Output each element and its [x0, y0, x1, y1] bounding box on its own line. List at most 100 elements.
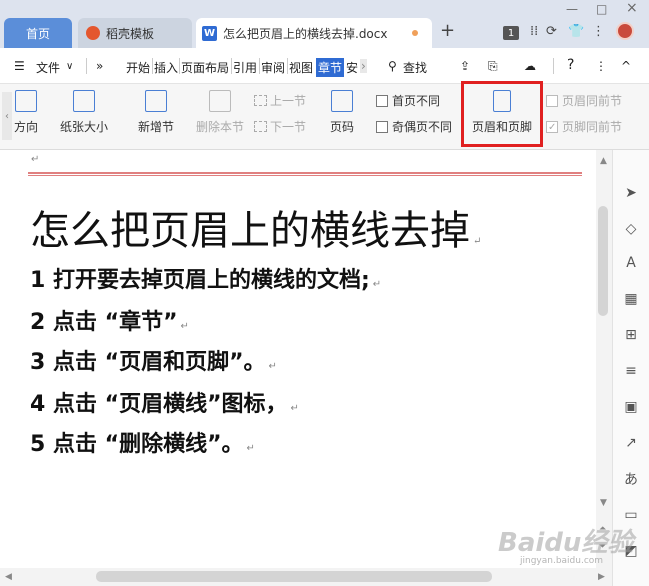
step-text: 5 点击 “删除横线”。 — [30, 432, 244, 457]
checkbox-box — [376, 120, 388, 133]
tab-references[interactable]: 引用 — [233, 59, 257, 76]
prev-section-label: 上一节 — [270, 94, 307, 108]
tab-home[interactable]: 首页 — [4, 18, 72, 48]
cloud-sync-icon[interactable]: ⟳ — [546, 24, 557, 39]
translate-icon[interactable]: あ — [622, 470, 640, 488]
more-dots-icon[interactable]: ⋮ — [592, 24, 605, 39]
more-tabs-button[interactable]: » — [96, 59, 103, 73]
header-rule-line[interactable] — [28, 172, 582, 174]
tabs-scroll-right-icon[interactable]: › — [360, 59, 367, 73]
export-icon[interactable]: ⎘ — [488, 59, 498, 74]
baidu-watermark-url: jingyan.baidu.com — [520, 556, 604, 566]
avatar[interactable] — [616, 22, 634, 40]
tab-review[interactable]: 审阅 — [261, 59, 285, 76]
horizontal-scroll-thumb[interactable] — [96, 571, 492, 582]
chevron-down-icon[interactable]: ∨ — [66, 61, 73, 72]
right-sidebar: ➤ ◇ A ▦ ⊞ ≡ ▣ ↗ あ ▭ ◩ — [612, 150, 649, 586]
vertical-scrollbar[interactable]: ▲ ▼ ⏶ ⏷ — [596, 150, 612, 568]
overflow-menu-button[interactable]: ⋮ — [595, 59, 607, 73]
help-button[interactable]: ? — [567, 57, 574, 73]
minimize-button[interactable]: — — [566, 2, 578, 16]
paper-size-label: 纸张大小 — [60, 120, 109, 134]
step-line[interactable]: 5 点击 “删除横线”。 ↵ — [30, 426, 255, 458]
footer-same-as-prev-checkbox[interactable]: 页脚同前节 — [546, 118, 622, 135]
maximize-button[interactable]: □ — [596, 2, 607, 16]
collapse-ribbon-button[interactable]: ^ — [621, 59, 631, 73]
scroll-left-icon[interactable]: ◀ — [5, 572, 12, 582]
tab-view[interactable]: 视图 — [289, 59, 313, 76]
document-title-text: 怎么把页眉上的横线去掉 — [30, 208, 470, 254]
document-title[interactable]: 怎么把页眉上的横线去掉 ↵ — [30, 198, 481, 256]
tab-start[interactable]: 开始 — [126, 59, 150, 76]
page-number-button[interactable]: 页码 — [330, 90, 354, 135]
title-bar: 首页 稻壳模板 W 怎么把页眉上的横线去掉.docx + — □ × 1 ⁞⁞ … — [0, 0, 649, 48]
unsaved-dot-icon — [412, 30, 418, 36]
hamburger-menu-icon[interactable]: ☰ — [14, 59, 25, 73]
tab-security[interactable]: 安 — [346, 59, 358, 76]
next-section-label: 下一节 — [270, 120, 307, 134]
baidu-watermark: Baidu经验 — [498, 528, 634, 558]
paragraph-mark: ↵ — [290, 403, 299, 414]
share-export-icon[interactable]: ↗ — [622, 434, 640, 452]
odd-even-different-checkbox[interactable]: 奇偶页不同 — [376, 118, 452, 135]
close-button[interactable]: × — [626, 0, 638, 16]
pointer-select-icon[interactable]: ➤ — [622, 184, 640, 202]
shirt-skin-icon[interactable]: 👕 — [568, 24, 584, 39]
menu-divider — [179, 58, 180, 74]
layout-grid-icon[interactable]: ⊞ — [622, 326, 640, 344]
document-canvas[interactable]: ↵ 怎么把页眉上的横线去掉 ↵ 1 打开要去掉页眉上的横线的文档; ↵ 2 点击 “… — [0, 150, 596, 568]
share-icon[interactable]: ⇪ — [460, 59, 470, 73]
tab-templates[interactable]: 稻壳模板 — [78, 18, 192, 48]
delete-section-button[interactable]: 删除本节 — [196, 90, 244, 135]
style-icon[interactable]: A — [622, 254, 640, 272]
tab-page-layout[interactable]: 页面布局 — [181, 59, 229, 76]
step-line[interactable]: 2 点击 “章节” ↵ — [30, 304, 189, 336]
direction-label: 方向 — [14, 120, 39, 134]
grid-apps-icon[interactable]: ⁞⁞ — [530, 24, 538, 39]
scroll-right-icon[interactable]: ▶ — [598, 572, 605, 582]
scroll-up-icon[interactable]: ▲ — [600, 156, 607, 166]
paper-size-button[interactable]: 纸张大小 — [60, 90, 108, 135]
cloud-save-icon[interactable]: ☁ — [524, 59, 536, 73]
window-count-badge[interactable]: 1 — [503, 26, 519, 40]
tab-document[interactable]: W 怎么把页眉上的横线去掉.docx — [196, 18, 432, 48]
new-section-icon — [145, 90, 167, 112]
shapes-icon[interactable]: ◇ — [622, 220, 640, 238]
step-line[interactable]: 3 点击 “页眉和页脚”。 ↵ — [30, 344, 277, 376]
first-page-different-checkbox[interactable]: 首页不同 — [376, 92, 440, 109]
prev-section-button[interactable]: 上一节 — [254, 92, 306, 109]
menu-divider — [287, 58, 288, 74]
image-icon[interactable]: ▣ — [622, 398, 640, 416]
header-same-as-prev-checkbox[interactable]: 页眉同前节 — [546, 92, 622, 109]
search-icon[interactable]: ⚲ — [388, 59, 397, 73]
horizontal-scrollbar[interactable]: ◀ ▶ — [0, 568, 612, 586]
settings-sliders-icon[interactable]: ≡ — [622, 362, 640, 380]
file-menu[interactable]: 文件 — [36, 59, 60, 76]
table-icon[interactable]: ▦ — [622, 290, 640, 308]
menu-divider — [553, 58, 554, 74]
step-line[interactable]: 4 点击 “页眉横线”图标， ↵ — [30, 386, 299, 418]
new-section-button[interactable]: 新增节 — [138, 90, 174, 135]
scroll-down-icon[interactable]: ▼ — [600, 498, 607, 508]
footer-same-as-prev-label: 页脚同前节 — [562, 120, 623, 134]
paragraph-mark: ↵ — [246, 443, 255, 454]
page-orientation-icon — [15, 90, 37, 112]
ribbon-scroll-left-icon[interactable]: ‹ — [2, 92, 12, 140]
direction-button[interactable]: 方向 — [14, 90, 38, 135]
step-text: 3 点击 “页眉和页脚”。 — [30, 350, 266, 375]
step-text: 2 点击 “章节” — [30, 310, 178, 335]
checkbox-box — [546, 120, 558, 133]
step-line[interactable]: 1 打开要去掉页眉上的横线的文档; ↵ — [30, 262, 381, 294]
tab-home-label: 首页 — [25, 26, 50, 41]
word-doc-icon: W — [202, 25, 217, 41]
highlight-box — [461, 81, 543, 147]
vertical-scroll-thumb[interactable] — [598, 206, 608, 316]
paragraph-mark: ↵ — [180, 321, 189, 332]
tab-insert[interactable]: 插入 — [154, 59, 178, 76]
new-tab-button[interactable]: + — [440, 20, 455, 41]
paper-size-icon — [73, 90, 95, 112]
next-section-button[interactable]: 下一节 — [254, 118, 306, 135]
search-button[interactable]: 查找 — [403, 59, 427, 76]
tab-chapter[interactable]: 章节 — [316, 58, 345, 77]
menu-divider — [259, 58, 260, 74]
